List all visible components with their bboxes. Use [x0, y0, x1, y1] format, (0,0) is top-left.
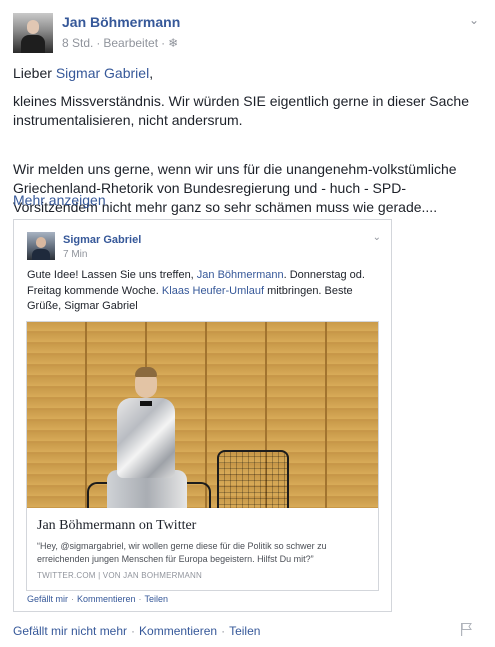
comment-link[interactable]: Kommentieren — [139, 624, 217, 638]
shared-author-avatar[interactable] — [27, 232, 55, 260]
chevron-down-icon[interactable]: ⌄ — [467, 13, 481, 27]
shared-like-link[interactable]: Gefällt mir — [27, 594, 68, 604]
shared-post-card: Sigmar Gabriel 7 Min ⌄ Gute Idee! Lassen… — [13, 219, 392, 612]
shared-chevron-down-icon[interactable]: ⌄ — [373, 232, 381, 243]
shared-share-link[interactable]: Teilen — [145, 594, 169, 604]
facebook-post: Jan Böhmermann 8 Std. · Bearbeitet · ❄ ⌄ Lie… — [0, 0, 495, 647]
mention-sigmar-gabriel[interactable]: Sigmar Gabriel — [56, 65, 149, 81]
unlike-link[interactable]: Gefällt mir nicht mehr — [13, 624, 127, 638]
link-preview[interactable]: Jan Böhmermann on Twitter “Hey, @sigmarg… — [26, 321, 379, 591]
shared-post-actions: Gefällt mir · Kommentieren · Teilen — [27, 594, 169, 604]
post-actions: Gefällt mir nicht mehr · Kommentieren · Teil… — [13, 624, 261, 638]
flag-icon[interactable] — [460, 622, 472, 636]
mention-jan-boehmermann[interactable]: Jan Böhmermann — [197, 269, 284, 281]
shared-comment-link[interactable]: Kommentieren — [77, 594, 136, 604]
post-paragraph-3: Wir melden uns gerne, wenn wir uns für d… — [13, 161, 457, 215]
shared-post-text: Gute Idee! Lassen Sie uns treffen, Jan B… — [27, 269, 365, 312]
link-preview-image[interactable] — [27, 322, 378, 508]
edited-label[interactable]: Bearbeitet — [103, 36, 158, 50]
shared-post-time[interactable]: 7 Min — [63, 249, 87, 260]
globe-icon[interactable]: ❄ — [168, 36, 178, 50]
link-preview-source: TWITTER.COM | VON JAN BOHMERMANN — [37, 571, 202, 580]
see-more-link[interactable]: Mehr anzeigen — [13, 192, 106, 208]
post-meta: 8 Std. · Bearbeitet · ❄ — [62, 36, 179, 50]
share-link[interactable]: Teilen — [229, 624, 260, 638]
mention-klaas-heufer-umlauf[interactable]: Klaas Heufer-Umlauf — [162, 285, 264, 297]
link-preview-description: “Hey, @sigmargabriel, wir wollen gerne d… — [37, 541, 327, 564]
shared-author-name[interactable]: Sigmar Gabriel — [63, 234, 141, 246]
post-paragraph-2: kleines Missverständnis. Wir würden SIE … — [13, 93, 469, 128]
author-avatar[interactable] — [13, 13, 53, 53]
post-time[interactable]: 8 Std. — [62, 36, 93, 50]
post-paragraph-1: Lieber Sigmar Gabriel, — [13, 65, 154, 81]
link-preview-title[interactable]: Jan Böhmermann on Twitter — [37, 518, 196, 534]
author-name[interactable]: Jan Böhmermann — [62, 14, 180, 30]
